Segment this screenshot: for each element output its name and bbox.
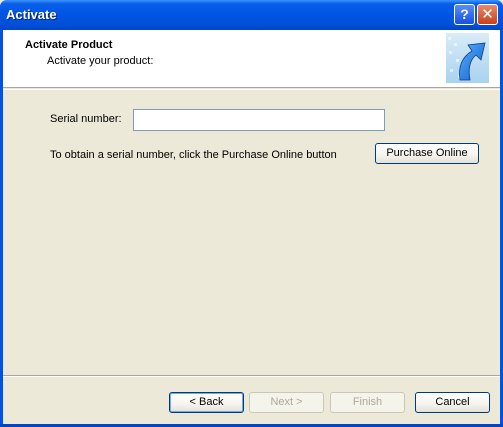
header-subtitle: Activate your product: xyxy=(47,55,154,67)
wizard-header: Activate Product Activate your product: xyxy=(3,30,500,88)
dialog-body: Activate Product Activate your product: xyxy=(3,30,500,424)
question-mark-icon: ? xyxy=(460,6,469,22)
purchase-online-button[interactable]: Purchase Online xyxy=(375,143,479,164)
serial-number-label: Serial number: xyxy=(50,113,122,125)
close-x-icon: ✕ xyxy=(481,5,494,23)
close-button[interactable]: ✕ xyxy=(477,4,498,25)
finish-button[interactable]: Finish xyxy=(330,392,405,413)
footer-divider xyxy=(3,375,500,377)
help-button[interactable]: ? xyxy=(454,4,475,25)
obtain-serial-instructions: To obtain a serial number, click the Pur… xyxy=(50,149,337,161)
header-title: Activate Product xyxy=(25,39,113,51)
back-button[interactable]: < Back xyxy=(169,392,244,413)
window-title: Activate xyxy=(6,7,57,22)
activate-dialog: Activate ? ✕ Activate Product Activate y… xyxy=(0,0,503,427)
header-divider xyxy=(3,89,500,90)
next-button[interactable]: Next > xyxy=(249,392,324,413)
serial-number-input[interactable] xyxy=(133,109,385,131)
cancel-button[interactable]: Cancel xyxy=(415,392,490,413)
activation-arrow-icon xyxy=(446,33,489,83)
title-bar[interactable]: Activate ? ✕ xyxy=(0,0,503,30)
